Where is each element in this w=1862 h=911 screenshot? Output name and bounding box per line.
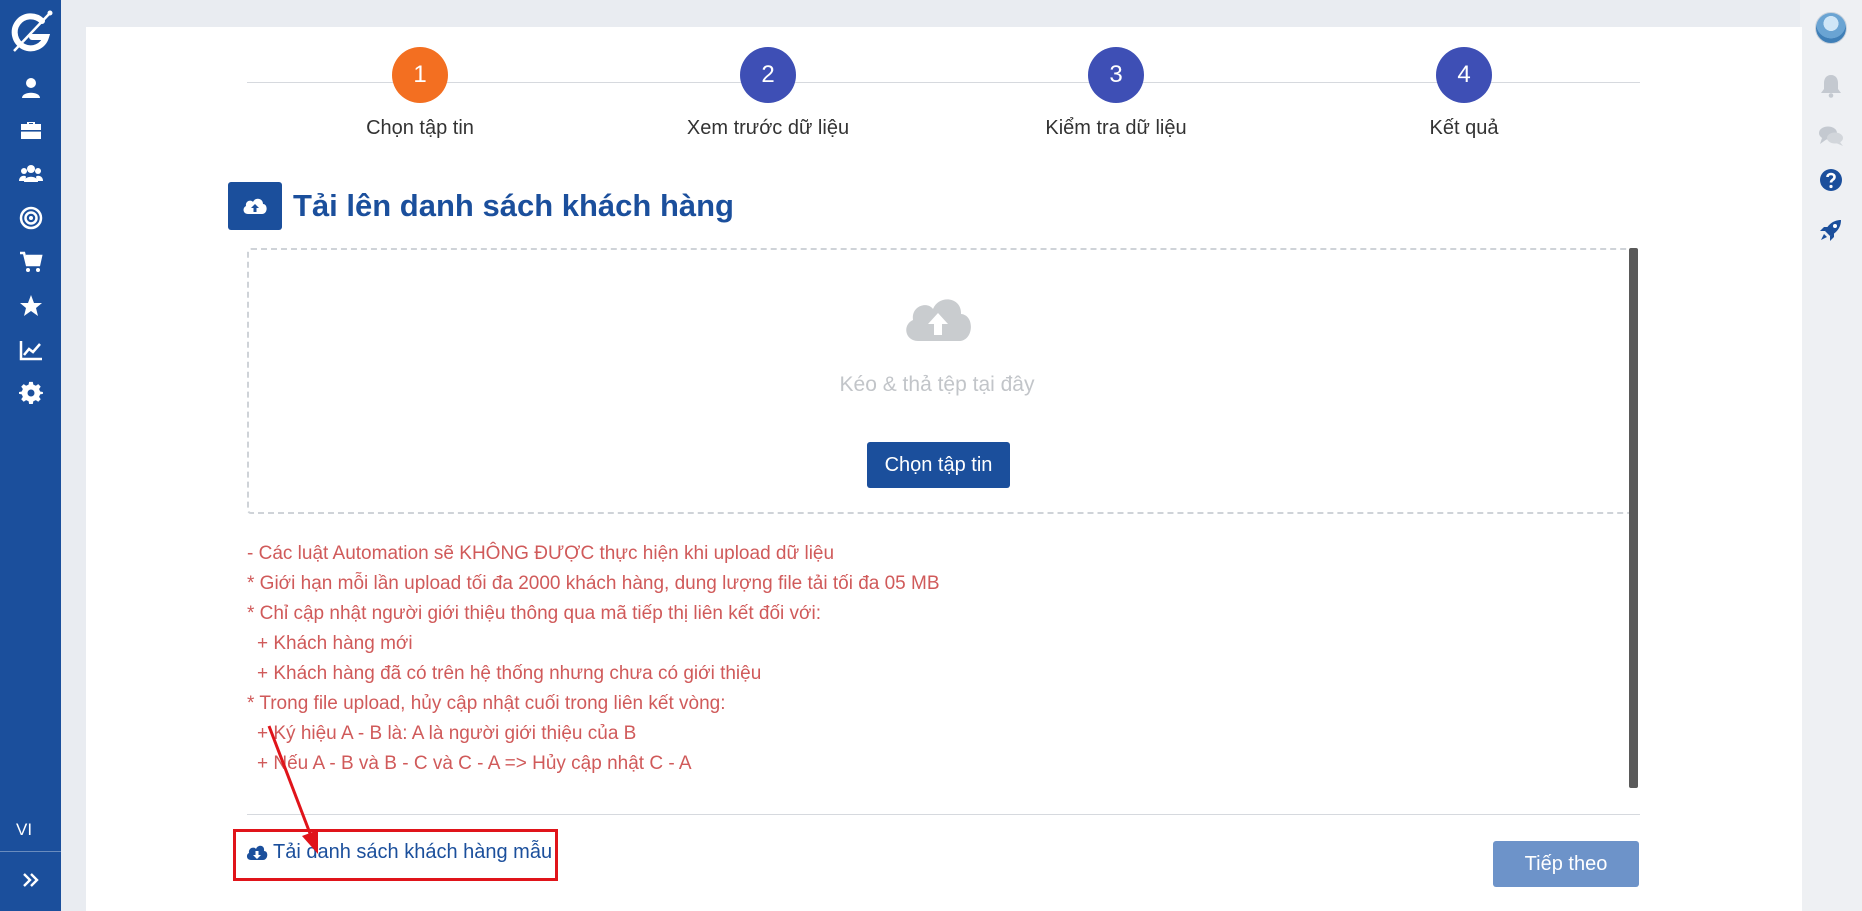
gear-icon[interactable] — [0, 376, 61, 410]
g-logo-icon[interactable] — [0, 4, 61, 60]
scrollbar[interactable] — [1629, 248, 1638, 788]
note-line: + Khách hàng mới — [257, 633, 413, 654]
step-label: Kết quả — [1429, 117, 1499, 139]
step-4: 4 Kết quả — [1344, 47, 1584, 140]
page-title: Tải lên danh sách khách hàng — [293, 188, 734, 223]
double-chevron-right-icon[interactable] — [0, 862, 61, 898]
note-line: * Giới hạn mỗi lần upload tối đa 2000 kh… — [247, 573, 940, 594]
cloud-download-icon — [246, 845, 268, 860]
note-line: + Nếu A - B và B - C và C - A => Hủy cập… — [257, 753, 692, 774]
briefcase-icon[interactable] — [0, 114, 61, 148]
help-icon[interactable] — [1800, 162, 1862, 198]
note-line: * Trong file upload, hủy cập nhật cuối t… — [247, 693, 726, 714]
next-button[interactable]: Tiếp theo — [1493, 841, 1639, 887]
note-line: + Ký hiệu A - B là: A là người giới thiệ… — [257, 723, 637, 744]
main-card: 1 Chọn tập tin 2 Xem trước dữ liệu 3 Kiể… — [86, 27, 1802, 911]
choose-file-button[interactable]: Chọn tập tin — [867, 442, 1010, 488]
users-icon[interactable] — [0, 157, 61, 191]
page-header: Tải lên danh sách khách hàng — [228, 182, 734, 230]
step-number: 1 — [392, 47, 448, 103]
dropzone-hint: Kéo & thả tệp tại đây — [839, 373, 1035, 396]
right-rail — [1800, 0, 1862, 911]
avatar-image — [1815, 12, 1847, 44]
cloud-upload-icon — [228, 182, 282, 230]
step-label: Xem trước dữ liệu — [686, 117, 850, 139]
left-sidebar: VI — [0, 0, 61, 911]
avatar[interactable] — [1800, 10, 1862, 46]
rocket-icon[interactable] — [1800, 212, 1862, 248]
star-icon[interactable] — [0, 289, 61, 323]
language-label[interactable]: VI — [16, 820, 32, 840]
step-2: 2 Xem trước dữ liệu — [648, 47, 888, 140]
chat-icon[interactable] — [1800, 118, 1862, 154]
step-number: 2 — [740, 47, 796, 103]
step-label: Kiểm tra dữ liệu — [1045, 117, 1187, 139]
note-line: * Chỉ cập nhật người giới thiệu thông qu… — [247, 603, 821, 624]
cloud-upload-icon — [902, 289, 974, 349]
footer-divider — [247, 814, 1640, 815]
sidebar-divider — [0, 851, 61, 852]
note-line: - Các luật Automation sẽ KHÔNG ĐƯỢC thực… — [247, 543, 835, 564]
bell-icon[interactable] — [1800, 68, 1862, 104]
chart-line-icon[interactable] — [0, 333, 61, 367]
user-icon[interactable] — [0, 71, 61, 105]
step-3: 3 Kiểm tra dữ liệu — [996, 47, 1236, 140]
step-number: 4 — [1436, 47, 1492, 103]
step-label: Chọn tập tin — [366, 117, 474, 139]
note-line: + Khách hàng đã có trên hệ thống nhưng c… — [257, 663, 762, 684]
step-number: 3 — [1088, 47, 1144, 103]
cart-icon[interactable] — [0, 245, 61, 279]
upload-notes: - Các luật Automation sẽ KHÔNG ĐƯỢC thực… — [247, 539, 940, 779]
annotation-arrow — [267, 725, 318, 854]
target-icon[interactable] — [0, 201, 61, 235]
step-1: 1 Chọn tập tin — [300, 47, 540, 140]
